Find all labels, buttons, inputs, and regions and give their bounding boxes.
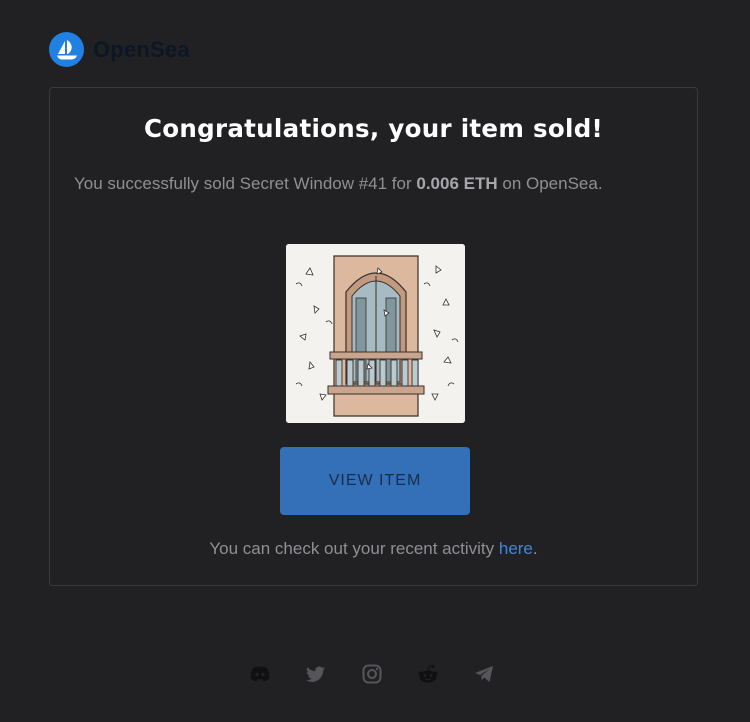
sale-summary: You successfully sold Secret Window #41 … [74,171,634,196]
sale-price: 0.006 ETH [416,174,498,193]
summary-suffix: on OpenSea. [497,174,603,193]
view-item-button[interactable]: VIEW ITEM [280,447,470,515]
instagram-icon[interactable] [357,659,387,689]
nft-image[interactable] [286,244,465,423]
activity-note-prefix: You can check out your recent activity [209,539,499,558]
discord-icon[interactable] [245,659,275,689]
reddit-icon[interactable] [413,659,443,689]
activity-note: You can check out your recent activity h… [50,539,697,559]
social-links [245,659,525,689]
twitter-icon[interactable] [301,659,331,689]
telegram-icon[interactable] [469,659,499,689]
brand-name: OpenSea [93,36,190,62]
activity-link[interactable]: here [499,539,533,558]
balcony-window-artwork [286,244,465,423]
notification-card: Congratulations, your item sold! You suc… [49,87,698,586]
activity-note-suffix: . [532,539,538,558]
headline: Congratulations, your item sold! [143,114,604,143]
summary-prefix: You successfully sold Secret Window #41 … [74,174,417,193]
opensea-logo[interactable]: OpenSea [49,32,190,67]
opensea-ship-icon [49,32,84,67]
